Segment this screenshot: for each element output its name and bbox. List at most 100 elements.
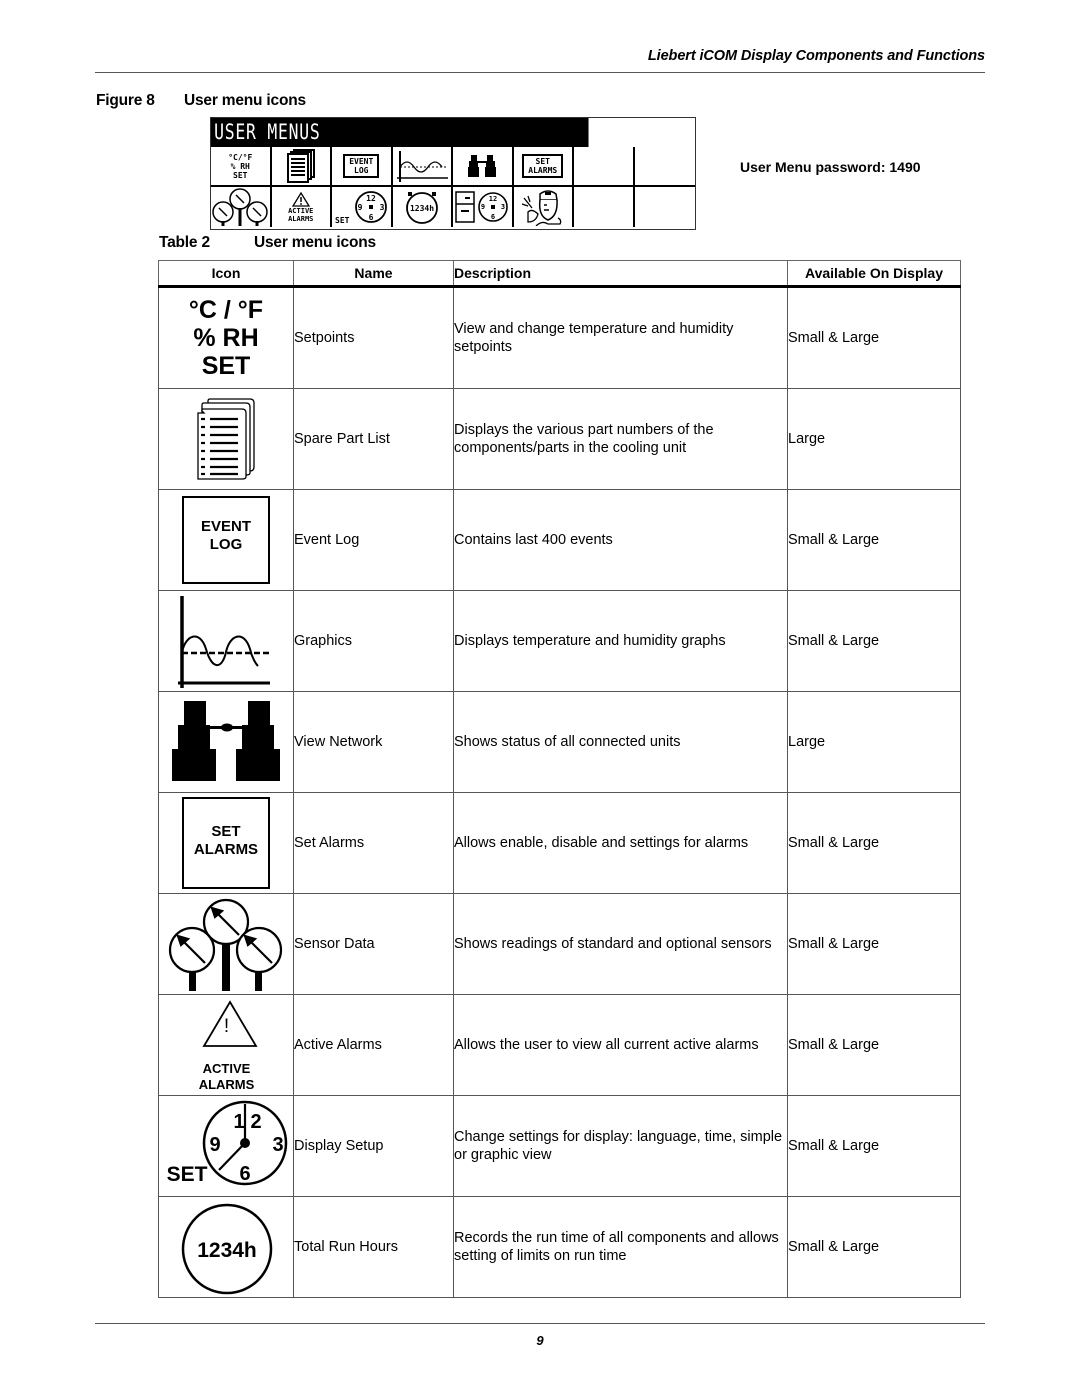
lcd-total-run-hours-icon: 1234h (393, 187, 453, 227)
clock-numeral-2: 2 (250, 1111, 261, 1133)
lcd-icon-grid: °C/°F % RH SET EVENT LOG SET ALARMS ACTI… (211, 147, 695, 227)
lcd-technician-icon (514, 187, 574, 227)
lcd-service-contacts-icon: 12 9 3 6 (453, 187, 514, 227)
clock-icon: 1 2 9 3 6 SET (158, 1095, 294, 1197)
row-description: Shows status of all connected units (453, 691, 788, 793)
lcd-event-log-line-2: LOG (354, 166, 369, 175)
active-alarms-icon-line-1: ACTIVE (202, 1061, 251, 1076)
header-rule (95, 72, 985, 73)
run-hours-value: 1234h (197, 1239, 257, 1262)
row-name: Setpoints (293, 286, 454, 389)
lcd-empty-slot (574, 147, 635, 187)
page-number: 9 (536, 1333, 544, 1348)
binoculars-icon (158, 691, 294, 793)
lcd-setpoints-line-1: °C/°F (228, 152, 253, 162)
clock-numeral-6: 6 (239, 1163, 250, 1185)
lcd-display-setup-icon: SET 12 9 3 6 (332, 187, 393, 227)
figure-number: Figure 8 (96, 92, 155, 109)
table-row: View Network Shows status of all connect… (158, 691, 961, 793)
row-display: Large (787, 388, 961, 490)
column-header-available-on-display: Available On Display (787, 260, 961, 288)
table-number: Table 2 (159, 234, 210, 251)
active-alarms-icon-line-2: ALARMS (198, 1077, 255, 1092)
row-description: Displays temperature and humidity graphs (453, 590, 788, 692)
row-description: Change settings for display: language, t… (453, 1095, 788, 1197)
row-name: View Network (293, 691, 454, 793)
user-menu-icons-table: Icon Name Description Available On Displ… (158, 260, 961, 1298)
row-display: Small & Large (787, 893, 961, 995)
row-display: Small & Large (787, 1196, 961, 1298)
lcd-active-alarms-line-1: ACTIVE (288, 206, 314, 215)
row-description: Contains last 400 events (453, 489, 788, 591)
lcd-empty-slot (574, 187, 635, 227)
row-display: Small & Large (787, 1095, 961, 1197)
lcd-active-alarms-icon: ACTIVE ALARMS (272, 187, 332, 227)
setpoints-icon-line-1: °C / °F (188, 296, 264, 324)
row-description: Records the run time of all components a… (453, 1196, 788, 1298)
setpoints-icon: °C / °F % RH SET (158, 286, 294, 389)
running-header-title: Liebert iCOM Display Components and Func… (647, 48, 985, 64)
lcd-setpoints-line-2: % RH (230, 161, 250, 171)
table-header-row: Icon Name Description Available On Displ… (158, 260, 961, 288)
spare-part-list-icon (158, 388, 294, 490)
lcd-empty-slot (635, 187, 696, 227)
table-row: ! ACTIVE ALARMS Active Alarms Allows the… (158, 994, 961, 1096)
table-row: Graphics Displays temperature and humidi… (158, 590, 961, 692)
lcd-active-alarms-line-2: ALARMS (288, 214, 314, 223)
row-description: Allows enable, disable and settings for … (453, 792, 788, 894)
lcd-display-setup-label: SET (335, 216, 350, 225)
clock-numeral-3: 3 (272, 1134, 283, 1156)
user-menus-lcd-figure: USER MENUS °C/°F % RH SET EVENT LOG SET … (210, 117, 696, 230)
column-header-name: Name (293, 260, 454, 288)
svg-text:6: 6 (369, 213, 374, 222)
lcd-set-alarms-icon: SET ALARMS (513, 147, 574, 187)
row-name: Spare Part List (293, 388, 454, 490)
row-display: Small & Large (787, 590, 961, 692)
run-hours-icon: 1234h (158, 1196, 294, 1298)
setpoints-icon-line-3: SET (201, 352, 251, 380)
lcd-event-log-icon: EVENT LOG (332, 147, 393, 187)
svg-text:9: 9 (481, 203, 485, 211)
table-row: °C / °F % RH SET Setpoints View and chan… (158, 286, 961, 389)
svg-text:3: 3 (501, 203, 505, 211)
row-display: Small & Large (787, 792, 961, 894)
row-name: Event Log (293, 489, 454, 591)
lcd-spare-part-list-icon (271, 147, 332, 187)
lcd-set-alarms-line-2: ALARMS (528, 166, 558, 175)
event-log-icon-line-1: EVENT (200, 518, 251, 535)
event-log-icon-line-2: LOG (209, 536, 243, 553)
svg-text:6: 6 (491, 213, 495, 221)
table-caption: Table 2 User menu icons (159, 234, 376, 252)
row-display: Small & Large (787, 489, 961, 591)
row-name: Sensor Data (293, 893, 454, 995)
lcd-setpoints-line-3: SET (233, 170, 248, 180)
figure-caption: Figure 8 User menu icons (96, 92, 306, 110)
table-row: Spare Part List Displays the various par… (158, 388, 961, 490)
lcd-run-hours-value: 1234h (410, 204, 434, 213)
column-header-icon: Icon (158, 260, 294, 288)
lcd-sensor-data-icon (211, 187, 272, 227)
column-header-description: Description (453, 260, 788, 288)
graphics-icon (158, 590, 294, 692)
table-row: 1 2 9 3 6 SET Display Setup Change setti… (158, 1095, 961, 1197)
row-description: Displays the various part numbers of the… (453, 388, 788, 490)
row-name: Set Alarms (293, 792, 454, 894)
svg-text:9: 9 (358, 203, 363, 212)
set-alarms-icon-line-2: ALARMS (193, 841, 259, 858)
lcd-set-alarms-line-1: SET (535, 157, 550, 166)
svg-text:12: 12 (489, 195, 497, 203)
clock-set-label: SET (167, 1163, 208, 1186)
lcd-setpoints-icon: °C/°F % RH SET (211, 147, 272, 187)
row-description: View and change temperature and humidity… (453, 286, 788, 389)
lcd-title: USER MENUS (211, 118, 589, 147)
warning-triangle-icon: ! ACTIVE ALARMS (158, 994, 294, 1096)
event-log-icon: EVENT LOG (158, 489, 294, 591)
table-row: Sensor Data Shows readings of standard a… (158, 893, 961, 995)
clock-numeral-9: 9 (209, 1134, 220, 1156)
row-name: Active Alarms (293, 994, 454, 1096)
footer-rule (95, 1323, 985, 1324)
row-display: Small & Large (787, 994, 961, 1096)
figure-title: User menu icons (184, 92, 306, 109)
table-row: 1234h Total Run Hours Records the run ti… (158, 1196, 961, 1298)
lcd-graphics-icon (392, 147, 453, 187)
